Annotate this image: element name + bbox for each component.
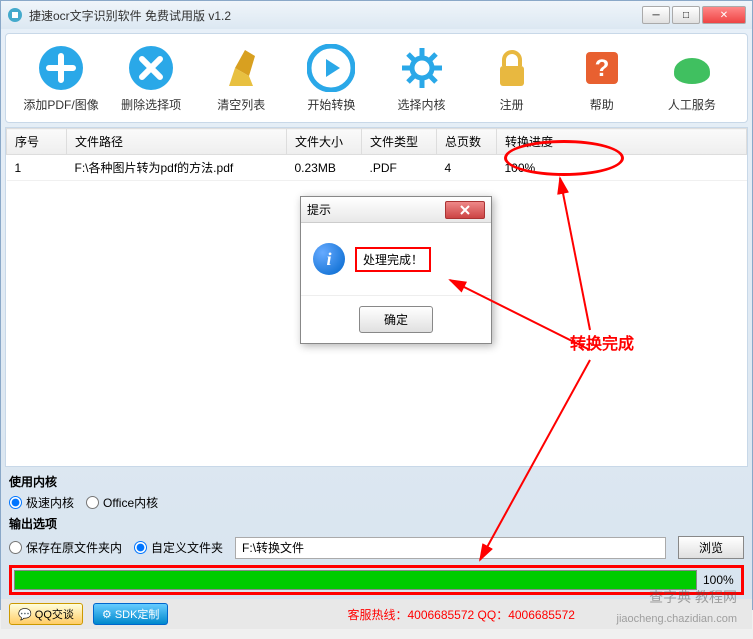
- message-dialog: 提示 i 处理完成！ 确定: [300, 196, 492, 344]
- watermark-url: jiaocheng.chazidian.com: [617, 613, 737, 625]
- qq-chat-button[interactable]: 💬 QQ交谈: [9, 603, 83, 625]
- output-path-input[interactable]: [235, 537, 666, 559]
- kernel-office-radio[interactable]: Office内核: [86, 494, 158, 511]
- close-icon: [459, 205, 471, 215]
- progress-section: 100%: [9, 565, 744, 595]
- table-row[interactable]: 1 F:\各种图片转为pdf的方法.pdf 0.23MB .PDF 4 100%: [7, 155, 747, 181]
- dialog-title: 提示: [307, 201, 445, 218]
- app-icon: [7, 7, 23, 23]
- watermark-name: 查字典 教程网: [649, 587, 737, 607]
- plus-circle-icon: [37, 44, 85, 92]
- broom-icon: [217, 44, 265, 92]
- options-panel: 使用内核 极速内核 Office内核 输出选项 保存在原文件夹内 自定义文件夹 …: [9, 473, 744, 559]
- delete-selection-button[interactable]: 删除选择项: [111, 44, 191, 113]
- play-circle-icon: [307, 44, 355, 92]
- col-progress[interactable]: 转换进度: [497, 129, 747, 155]
- col-size[interactable]: 文件大小: [287, 129, 362, 155]
- minimize-button[interactable]: ─: [642, 6, 670, 24]
- col-pages[interactable]: 总页数: [437, 129, 497, 155]
- maximize-button[interactable]: □: [672, 6, 700, 24]
- register-button[interactable]: 注册: [472, 44, 552, 113]
- progress-bar: [14, 570, 697, 590]
- titlebar: 捷速ocr文字识别软件 免费试用版 v1.2 ─ □ ✕: [1, 1, 752, 29]
- kernel-fast-radio[interactable]: 极速内核: [9, 494, 74, 511]
- progress-text: 100%: [703, 573, 739, 587]
- clear-list-button[interactable]: 清空列表: [201, 44, 281, 113]
- select-kernel-button[interactable]: 选择内核: [382, 44, 462, 113]
- close-button[interactable]: ✕: [702, 6, 746, 24]
- lock-icon: [488, 44, 536, 92]
- add-file-button[interactable]: 添加PDF/图像: [21, 44, 101, 113]
- output-custom-radio[interactable]: 自定义文件夹: [134, 539, 223, 556]
- col-type[interactable]: 文件类型: [362, 129, 437, 155]
- gear-icon: [398, 44, 446, 92]
- col-path[interactable]: 文件路径: [67, 129, 287, 155]
- sdk-button[interactable]: ⚙ SDK定制: [93, 603, 169, 625]
- output-label: 输出选项: [9, 515, 744, 532]
- output-keep-radio[interactable]: 保存在原文件夹内: [9, 539, 122, 556]
- info-icon: i: [313, 243, 345, 275]
- toolbar: 添加PDF/图像 删除选择项 清空列表 开始转换 选择内核 注册 ? 帮助 人工: [5, 33, 748, 123]
- dialog-message: 处理完成！: [355, 247, 431, 272]
- dialog-close-button[interactable]: [445, 201, 485, 219]
- window-title: 捷速ocr文字识别软件 免费试用版 v1.2: [29, 7, 640, 24]
- browse-button[interactable]: 浏览: [678, 536, 744, 559]
- phone-icon: [668, 44, 716, 92]
- x-circle-icon: [127, 44, 175, 92]
- help-button[interactable]: ? 帮助: [562, 44, 642, 113]
- start-convert-button[interactable]: 开始转换: [291, 44, 371, 113]
- kernel-label: 使用内核: [9, 473, 744, 490]
- dialog-ok-button[interactable]: 确定: [359, 306, 433, 333]
- help-book-icon: ?: [578, 44, 626, 92]
- col-seq[interactable]: 序号: [7, 129, 67, 155]
- svg-text:?: ?: [594, 55, 609, 82]
- service-button[interactable]: 人工服务: [652, 44, 732, 113]
